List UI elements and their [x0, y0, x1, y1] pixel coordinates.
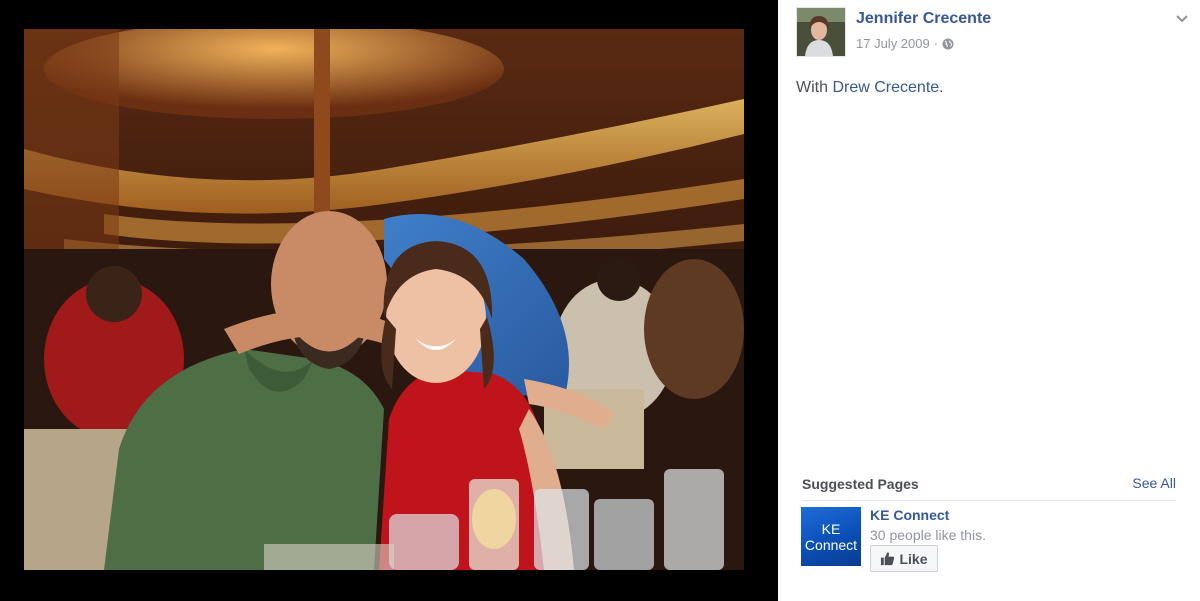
suggested-page-likes: 30 people like this. [870, 527, 986, 543]
thumbs-up-icon [881, 552, 895, 566]
see-all-link[interactable]: See All [1132, 475, 1176, 491]
logo-line-2: Connect [804, 536, 858, 553]
avatar-image [797, 8, 845, 56]
tagged-person-link[interactable]: Drew Crecente [832, 79, 939, 96]
tagged-with: With Drew Crecente. [796, 79, 944, 97]
suggested-page-name-link[interactable]: KE Connect [870, 507, 949, 523]
meta-separator: · [933, 36, 939, 51]
post-meta: 17 July 2009 · [856, 36, 954, 51]
post-date-link[interactable]: 17 July 2009 [856, 36, 930, 51]
chevron-down-icon[interactable] [1174, 10, 1190, 26]
logo-line-1: KE [821, 520, 841, 537]
post-photo[interactable] [24, 29, 744, 570]
suggested-pages-title: Suggested Pages [802, 476, 919, 492]
with-suffix: . [939, 79, 944, 96]
with-prefix: With [796, 79, 833, 96]
globe-icon[interactable] [942, 38, 954, 50]
like-button-label: Like [899, 550, 928, 567]
ke-connect-logo[interactable]: KE Connect [801, 507, 861, 566]
like-page-button[interactable]: Like [870, 545, 938, 572]
post-sidebar: Jennifer Crecente 17 July 2009 · With Dr… [778, 0, 1200, 601]
photo-viewer [0, 0, 778, 601]
photo-image [24, 29, 744, 570]
author-name-link[interactable]: Jennifer Crecente [856, 10, 991, 28]
suggested-pages-header: Suggested Pages See All [802, 474, 1176, 501]
author-avatar[interactable] [796, 7, 846, 57]
